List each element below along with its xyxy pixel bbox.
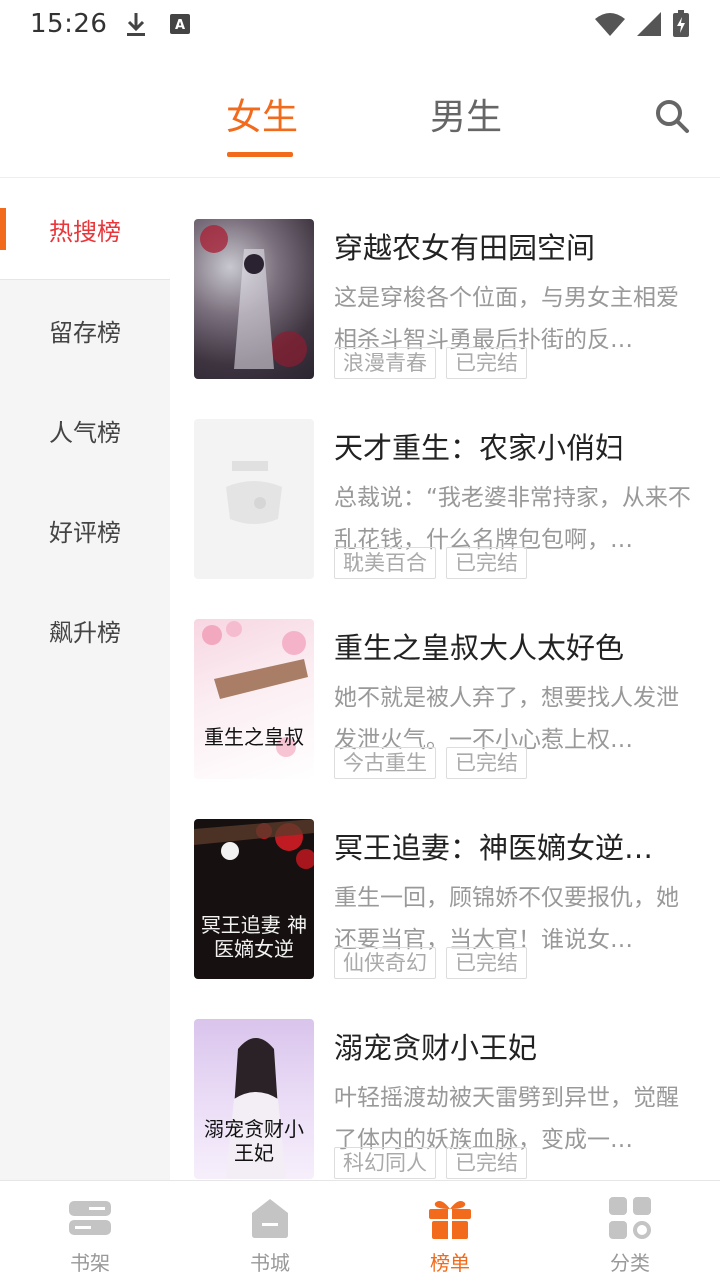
active-tab-indicator [227,152,293,157]
book-title: 溺宠贪财小王妃 [334,1031,538,1065]
status-tag: 已完结 [446,947,527,979]
book-item[interactable]: 冥王追妻 神医嫡女逆 冥王追妻：神医嫡女逆… 重生一回，顾锦娇不仅要报仇，她还要… [194,819,704,989]
status-tag: 已完结 [446,547,527,579]
book-cover-title: 重生之皇叔 [204,725,304,749]
battery-charging-icon [673,10,689,37]
tab-male[interactable]: 男生 [430,88,502,140]
book-cover [194,419,314,579]
book-title: 穿越农女有田园空间 [334,231,596,265]
ranking-sidebar: 热搜榜 留存榜 人气榜 好评榜 飙升榜 [0,180,170,1180]
genre-tag: 耽美百合 [334,547,436,579]
nav-label: 榜单 [430,1251,470,1275]
search-icon[interactable] [652,96,692,136]
genre-tag: 今古重生 [334,747,436,779]
book-cover-title: 冥王追妻 神医嫡女逆 [200,913,308,961]
bottom-navigation: 书架 书城 榜单 分类 [0,1180,720,1280]
nav-bookshelf[interactable]: 书架 [0,1181,180,1280]
status-tag: 已完结 [446,747,527,779]
nav-bookstore[interactable]: 书城 [180,1181,360,1280]
tab-female[interactable]: 女生 [226,88,298,140]
book-cover [194,219,314,379]
nav-label: 书城 [250,1251,290,1275]
book-item[interactable]: 溺宠贪财小王妃 溺宠贪财小王妃 叶轻摇渡劫被天雷劈到异世，觉醒了体内的妖族血脉，… [194,1019,704,1180]
sidebar-item-popularity[interactable]: 人气榜 [0,380,170,480]
status-tag: 已完结 [446,1147,527,1179]
bookshelf-icon [69,1201,111,1235]
download-icon [127,13,146,36]
book-cover: 重生之皇叔 [194,619,314,779]
sidebar-item-hot-search[interactable]: 热搜榜 [0,180,170,280]
nav-category[interactable]: 分类 [540,1181,720,1280]
nav-label: 分类 [610,1251,650,1275]
book-title: 冥王追妻：神医嫡女逆… [334,831,654,865]
sidebar-item-retention[interactable]: 留存榜 [0,280,170,380]
book-item[interactable]: 穿越农女有田园空间 这是穿梭各个位面，与男女主相爱相杀斗智斗勇最后扑街的反… 浪… [194,219,704,389]
book-list: 穿越农女有田园空间 这是穿梭各个位面，与男女主相爱相杀斗智斗勇最后扑街的反… 浪… [170,180,720,1180]
genre-tag: 浪漫青春 [334,347,436,379]
book-item[interactable]: 天才重生：农家小俏妇 总裁说：“我老婆非常持家，从来不乱花钱，什么名牌包包啊，…… [194,419,704,589]
sidebar-item-top-rated[interactable]: 好评榜 [0,480,170,580]
category-grid-icon [609,1197,651,1239]
book-item[interactable]: 重生之皇叔 重生之皇叔大人太好色 她不就是被人弃了，想要找人发泄发泄火气。一不小… [194,619,704,789]
book-cover: 溺宠贪财小王妃 [194,1019,314,1179]
nav-ranking[interactable]: 榜单 [360,1181,540,1280]
status-bar: 15:26 A [0,0,720,48]
svg-text:A: A [175,18,185,33]
header: 女生 男生 [0,48,720,178]
bookstore-icon [252,1199,288,1238]
book-cover: 冥王追妻 神医嫡女逆 [194,819,314,979]
status-time: 15:26 [30,9,108,39]
nav-label: 书架 [70,1251,110,1275]
keyboard-a-icon: A [170,14,191,34]
sidebar-item-rising[interactable]: 飙升榜 [0,580,170,680]
book-cover-title: 溺宠贪财小王妃 [204,1117,304,1165]
ranking-gift-icon [429,1201,471,1239]
genre-tag: 仙侠奇幻 [334,947,436,979]
cell-signal-icon [637,12,661,36]
status-tag: 已完结 [446,347,527,379]
book-title: 重生之皇叔大人太好色 [334,631,625,665]
genre-tag: 科幻同人 [334,1147,436,1179]
book-title: 天才重生：农家小俏妇 [334,431,625,465]
wifi-icon [595,13,625,36]
